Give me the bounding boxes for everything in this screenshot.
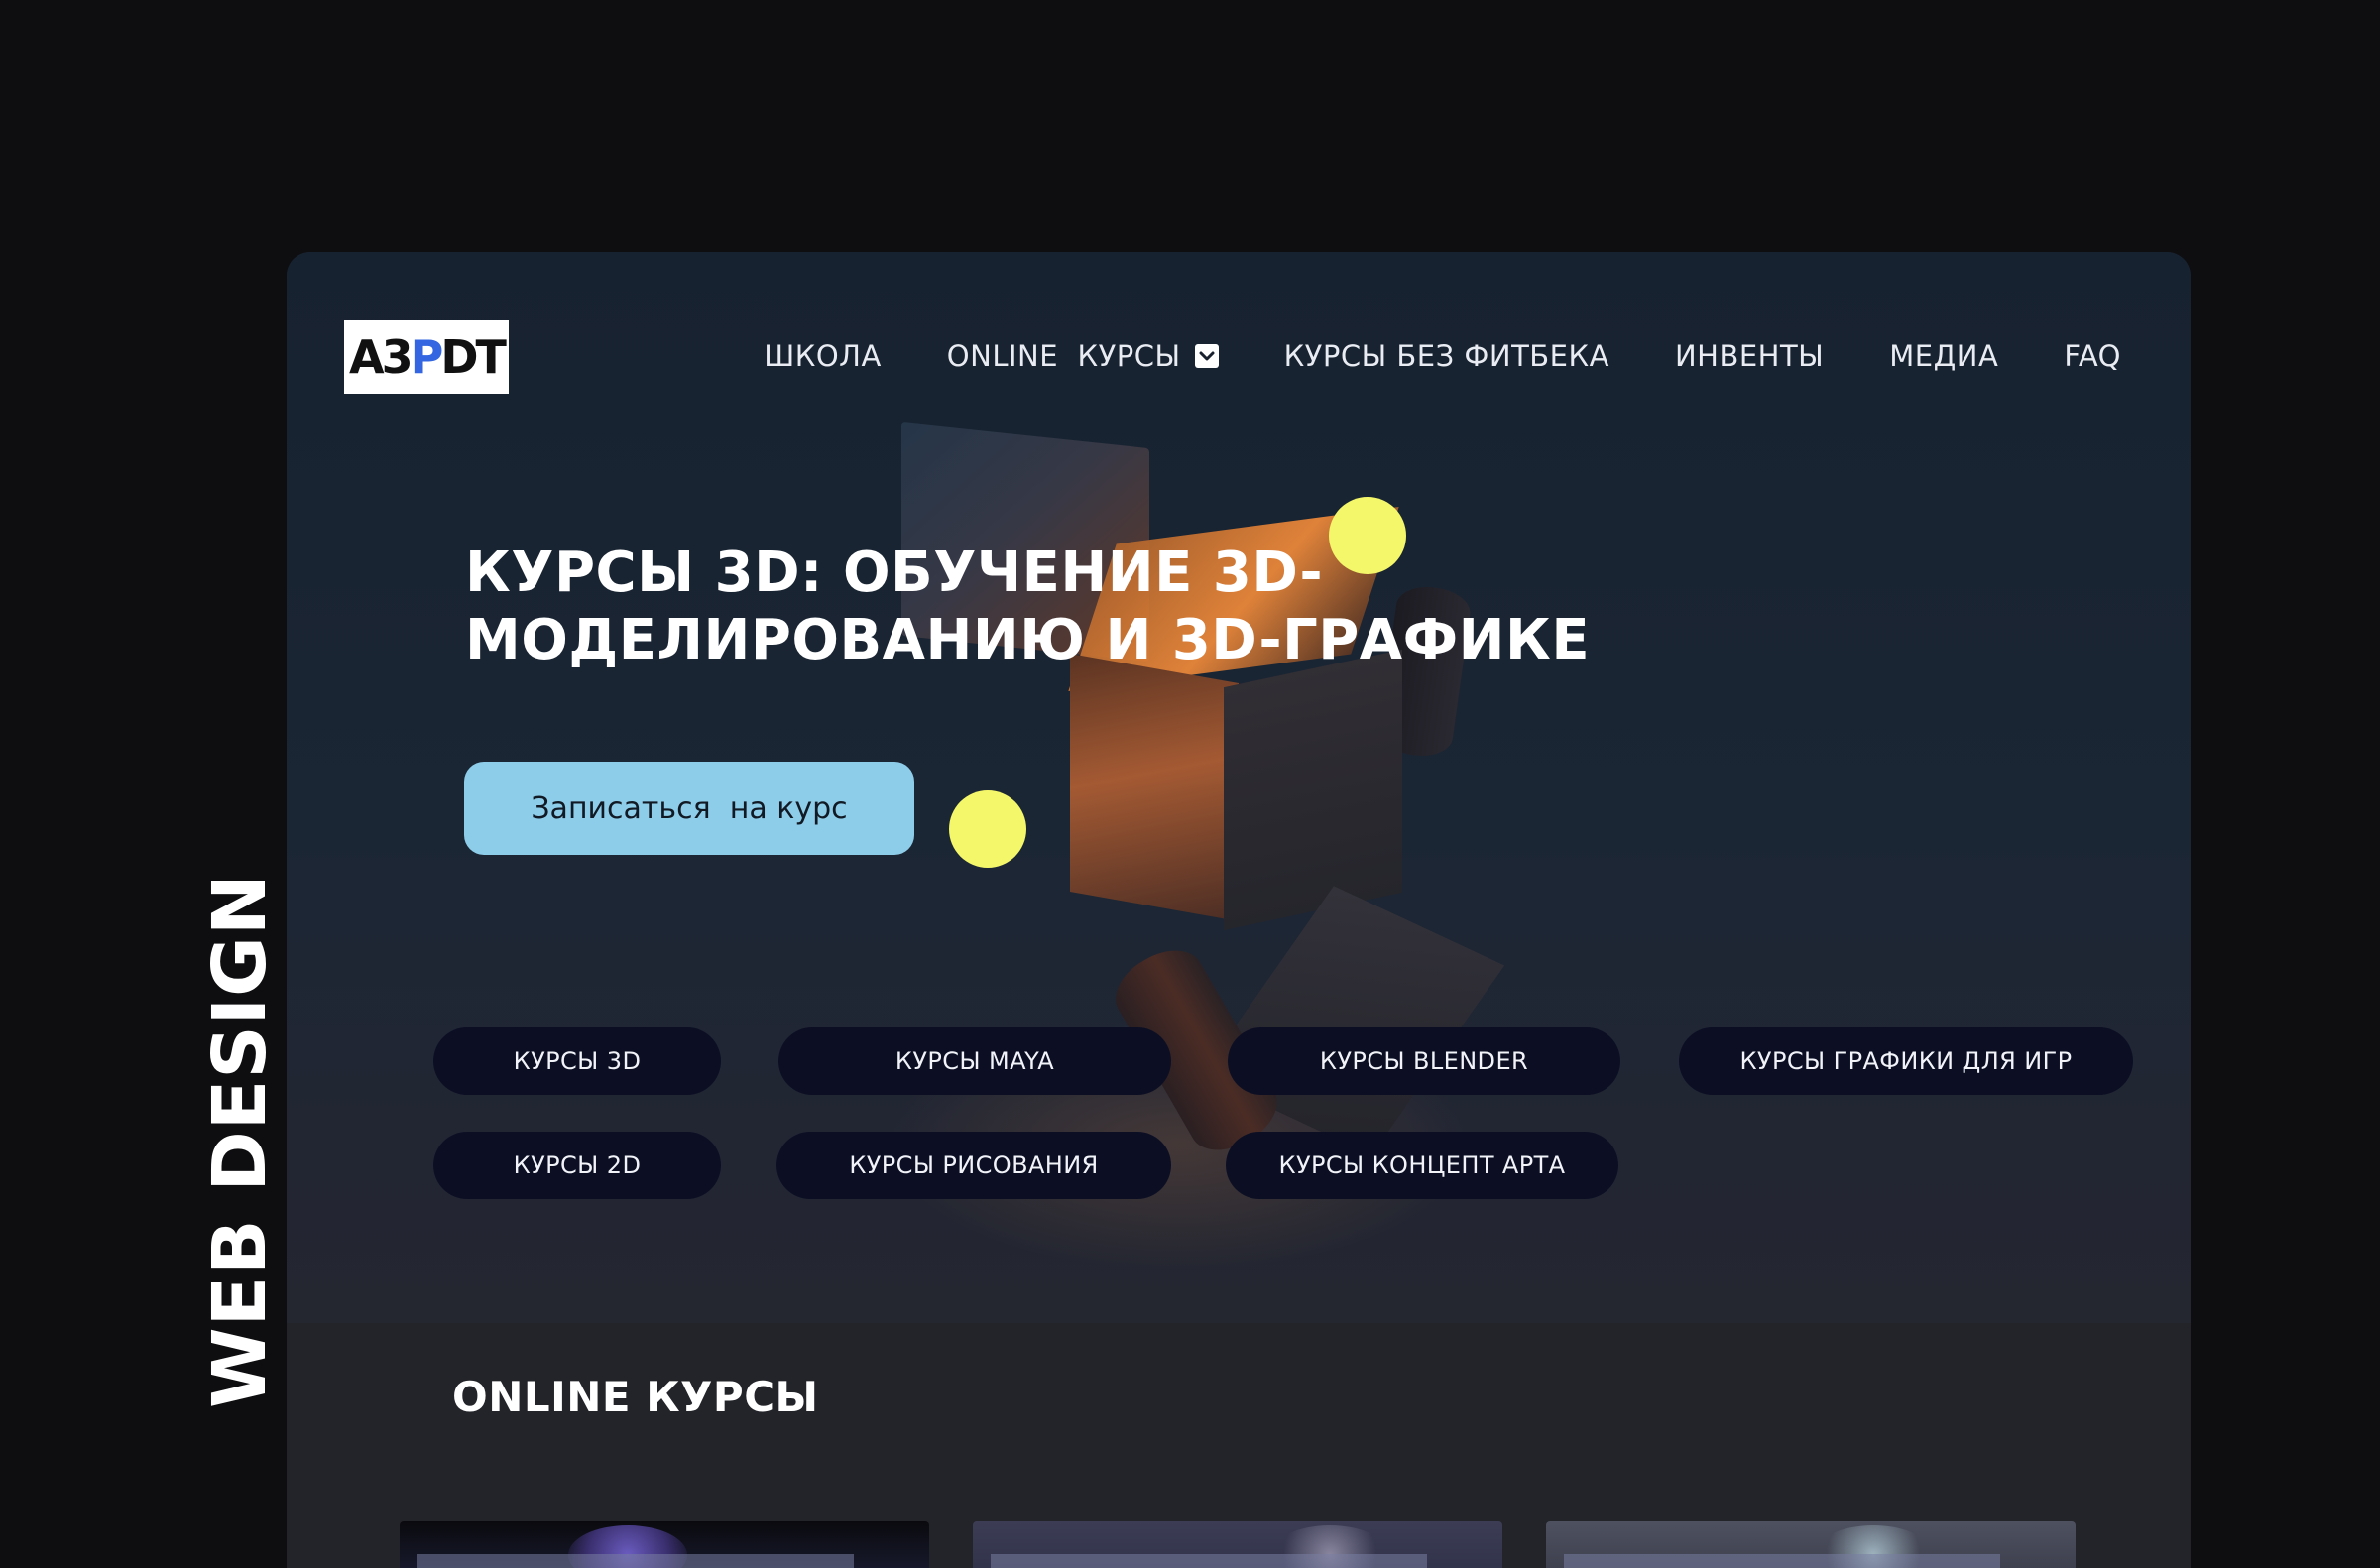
page: WEB DESIGN A3 P DT ШКОЛА ONLINE КУРСЫ КУ… bbox=[0, 0, 2380, 1568]
logo-text-b: P bbox=[410, 330, 444, 384]
nav-item-media[interactable]: МЕДИА bbox=[1889, 339, 1998, 373]
nav-item-label: ONLINE КУРСЫ bbox=[946, 339, 1181, 373]
nav-item-label: ШКОЛА bbox=[764, 339, 882, 373]
online-courses-section: ONLINE КУРСЫ bbox=[287, 1323, 2191, 1568]
signup-course-button[interactable]: Записаться на курс bbox=[464, 762, 914, 855]
pill-courses-maya[interactable]: КУРСЫ MAYA bbox=[778, 1027, 1171, 1095]
main-nav: ШКОЛА ONLINE КУРСЫ КУРСЫ БЕЗ ФИТБЕКА ИНВ… bbox=[764, 321, 2121, 391]
nav-item-school[interactable]: ШКОЛА bbox=[764, 339, 882, 373]
card-overlay bbox=[1564, 1554, 2000, 1568]
nav-item-label: КУРСЫ БЕЗ ФИТБЕКА bbox=[1283, 339, 1609, 373]
nav-item-online-courses[interactable]: ONLINE КУРСЫ bbox=[947, 339, 1219, 373]
card-overlay bbox=[991, 1554, 1427, 1568]
chevron-down-icon[interactable] bbox=[1194, 344, 1219, 368]
pill-courses-blender[interactable]: КУРСЫ BLENDER bbox=[1228, 1027, 1620, 1095]
hero-headline: КУРСЫ 3D: ОБУЧЕНИЕ 3D- МОДЕЛИРОВАНИЮ И 3… bbox=[465, 540, 1655, 674]
side-label: WEB DESIGN bbox=[197, 873, 283, 1408]
pill-courses-drawing[interactable]: КУРСЫ РИСОВАНИЯ bbox=[776, 1132, 1171, 1199]
headline-line-2: МОДЕЛИРОВАНИЮ И 3D-ГРАФИКЕ bbox=[465, 608, 1591, 672]
nav-item-courses-no-feedback[interactable]: КУРСЫ БЕЗ ФИТБЕКА bbox=[1284, 339, 1609, 373]
nav-item-label: FAQ bbox=[2064, 339, 2121, 373]
logo-text-a: A3 bbox=[349, 330, 414, 384]
logo-text-c: DT bbox=[440, 330, 507, 384]
site-frame: A3 P DT ШКОЛА ONLINE КУРСЫ КУРСЫ БЕЗ ФИТБ bbox=[287, 252, 2191, 1568]
course-card[interactable] bbox=[973, 1521, 1502, 1568]
pill-courses-concept-art[interactable]: КУРСЫ КОНЦЕПТ АРТА bbox=[1226, 1132, 1618, 1199]
nav-item-events[interactable]: ИНВЕНТЫ bbox=[1675, 339, 1824, 373]
pill-courses-3d[interactable]: КУРСЫ 3D bbox=[433, 1027, 721, 1095]
headline-line-1: КУРСЫ 3D: ОБУЧЕНИЕ 3D- bbox=[465, 541, 1324, 605]
card-overlay bbox=[417, 1554, 854, 1568]
cube-main-right-shape bbox=[1224, 649, 1402, 931]
nav-item-label: ИНВЕНТЫ bbox=[1674, 339, 1825, 373]
cube-main-left-shape bbox=[1070, 654, 1239, 921]
hero-section: A3 P DT ШКОЛА ONLINE КУРСЫ КУРСЫ БЕЗ ФИТБ bbox=[287, 252, 2191, 1323]
nav-item-faq[interactable]: FAQ bbox=[2064, 339, 2121, 373]
logo[interactable]: A3 P DT bbox=[344, 320, 509, 394]
nav-item-label: МЕДИА bbox=[1889, 339, 1999, 373]
section-title: ONLINE КУРСЫ bbox=[452, 1373, 819, 1421]
course-card[interactable] bbox=[400, 1521, 929, 1568]
pill-courses-2d[interactable]: КУРСЫ 2D bbox=[433, 1132, 721, 1199]
yellow-dot-near-button bbox=[949, 790, 1026, 868]
pill-courses-game-graphics[interactable]: КУРСЫ ГРАФИКИ ДЛЯ ИГР bbox=[1679, 1027, 2133, 1095]
course-card[interactable] bbox=[1546, 1521, 2076, 1568]
